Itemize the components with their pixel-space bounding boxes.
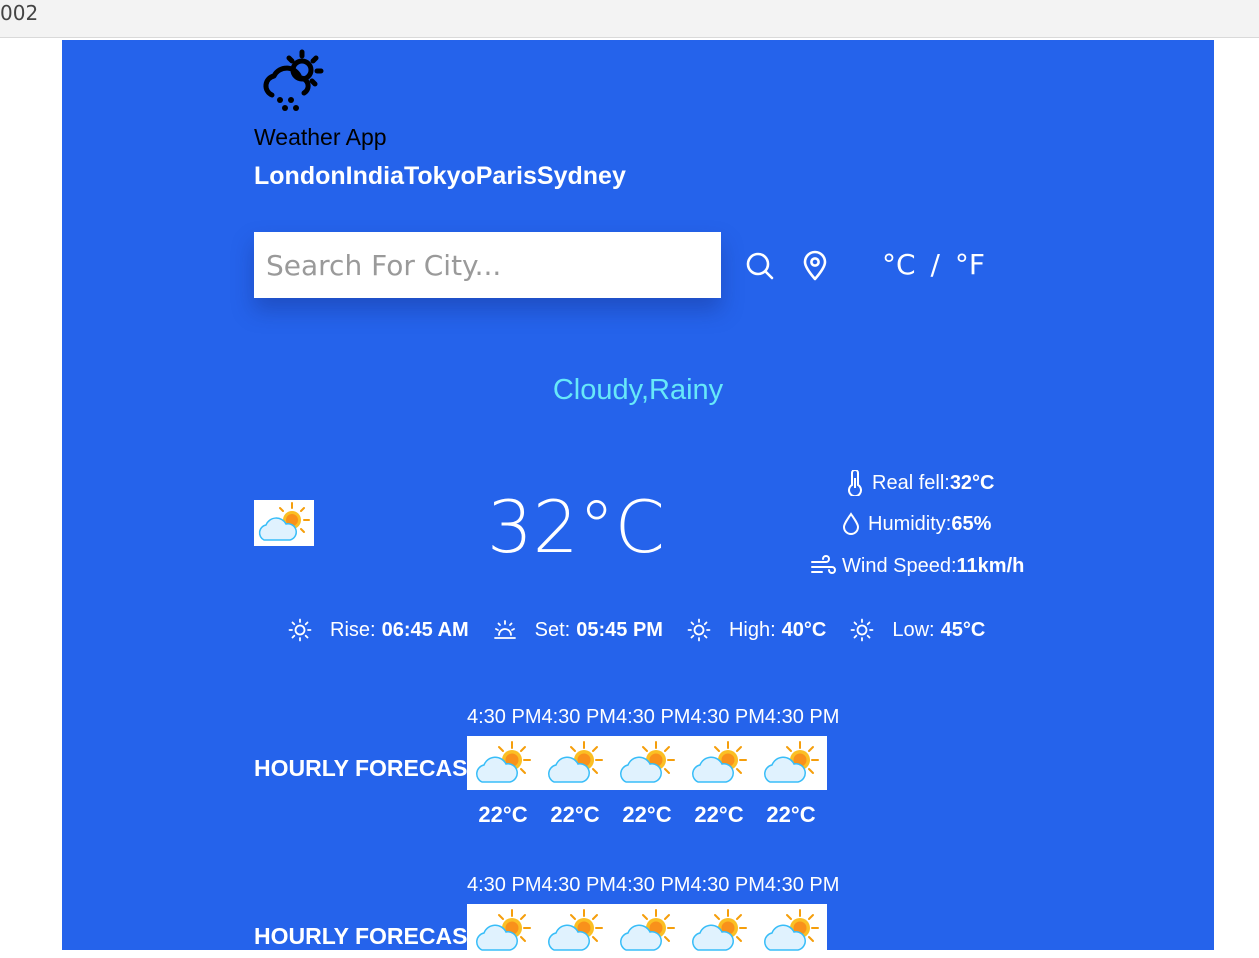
city-links: LondonIndiaTokyoParisSydney xyxy=(254,162,626,191)
search-input[interactable] xyxy=(254,232,721,298)
forecast-times: 4:30 PM4:30 PM4:30 PM4:30 PM4:30 PM xyxy=(467,874,840,896)
sunrise-item: Rise: 06:45 AM xyxy=(288,618,469,642)
forecast-temp: 22°C xyxy=(766,802,816,827)
detail-label: Real fell: xyxy=(872,471,950,494)
wind-icon xyxy=(811,555,836,574)
weather-condition: Cloudy,Rainy xyxy=(552,374,724,406)
forecast-icon-strip xyxy=(467,736,827,790)
sun-value: 45°C xyxy=(940,618,986,641)
sun-value: 06:45 AM xyxy=(381,618,469,641)
search-icon[interactable] xyxy=(744,250,776,282)
forecast-temp: 22°C xyxy=(622,802,672,827)
partly-sunny-icon xyxy=(692,741,747,783)
cloud-sun-rain-icon xyxy=(263,49,324,111)
forecast-title: HOURLY FORECAST xyxy=(254,923,482,949)
low-temp-item: Low: 45°C xyxy=(850,618,985,642)
unit-celsius-button[interactable]: °C xyxy=(882,248,916,281)
forecast-times: 4:30 PM4:30 PM4:30 PM4:30 PM4:30 PM xyxy=(467,706,840,728)
detail-real-feel: Real fell: 32°C xyxy=(844,470,995,496)
partly-sunny-icon xyxy=(620,909,675,951)
app-title: Weather App xyxy=(254,124,387,150)
city-link-london[interactable]: London xyxy=(254,162,346,190)
city-link-tokyo[interactable]: Tokyo xyxy=(404,162,476,190)
detail-label: Wind Speed: xyxy=(842,554,957,577)
forecast-temp: 22°C xyxy=(478,802,528,827)
detail-label: Humidity: xyxy=(868,512,952,535)
unit-separator: / xyxy=(930,248,940,281)
current-temperature: 32°C xyxy=(487,485,665,569)
sun-label: Low: xyxy=(892,618,935,641)
sunset-item: Set: 05:45 PM xyxy=(493,618,663,642)
sun-label: Rise: xyxy=(330,618,376,641)
sun-value: 05:45 PM xyxy=(576,618,663,641)
droplet-icon xyxy=(842,512,860,535)
unit-fahrenheit-button[interactable]: °F xyxy=(955,248,985,281)
forecast-temp: 22°C xyxy=(694,802,744,827)
forecast-temp: 22°C xyxy=(550,802,600,827)
partly-sunny-icon xyxy=(620,741,675,783)
weather-app: Weather App LondonIndiaTokyoParisSydney … xyxy=(62,40,1214,958)
forecast-icon-cell xyxy=(539,736,611,790)
partly-sunny-icon xyxy=(476,909,531,951)
sun-icon xyxy=(288,618,312,642)
partly-sunny-icon xyxy=(476,741,531,783)
forecast-icon-cell xyxy=(467,736,539,790)
sun-icon xyxy=(850,618,874,642)
partly-sunny-icon xyxy=(764,741,819,783)
browser-address-bar[interactable]: 002 xyxy=(0,0,1259,38)
address-text: 002 xyxy=(0,1,39,25)
partly-sunny-icon xyxy=(692,909,747,951)
partly-sunny-icon xyxy=(548,741,603,783)
city-link-india[interactable]: India xyxy=(346,162,404,190)
city-link-sydney[interactable]: Sydney xyxy=(537,162,626,190)
forecast-temps: 22°C 22°C 22°C 22°C 22°C xyxy=(467,802,827,828)
detail-wind-speed: Wind Speed: 11km/h xyxy=(810,554,1024,578)
city-link-paris[interactable]: Paris xyxy=(476,162,537,190)
sun-label: High: xyxy=(728,618,776,641)
forecast-title: HOURLY FORECAST xyxy=(254,755,482,781)
detail-value: 65% xyxy=(951,512,992,535)
partly-sunny-icon xyxy=(548,909,603,951)
partly-sunny-icon xyxy=(258,502,310,541)
forecast-icon-cell xyxy=(611,736,683,790)
current-weather-image xyxy=(254,500,314,546)
detail-value: 11km/h xyxy=(956,554,1025,577)
detail-humidity: Humidity: 65% xyxy=(840,512,991,536)
forecast-icon-cell xyxy=(755,736,827,790)
sun-label: Set: xyxy=(534,618,571,641)
partly-sunny-icon xyxy=(764,909,819,951)
unit-toggle: °C / °F xyxy=(882,248,985,281)
location-pin-icon[interactable] xyxy=(799,250,831,282)
sun-value: 40°C xyxy=(781,618,827,641)
detail-value: 32°C xyxy=(949,471,995,494)
sun-info-row: Rise: 06:45 AM Set: 05:45 PM High: 40°C … xyxy=(288,618,1009,642)
sun-icon xyxy=(687,618,711,642)
thermometer-icon xyxy=(848,470,862,496)
high-temp-item: High: 40°C xyxy=(687,618,826,642)
sunset-icon xyxy=(493,620,516,639)
forecast-icon-cell xyxy=(683,736,755,790)
